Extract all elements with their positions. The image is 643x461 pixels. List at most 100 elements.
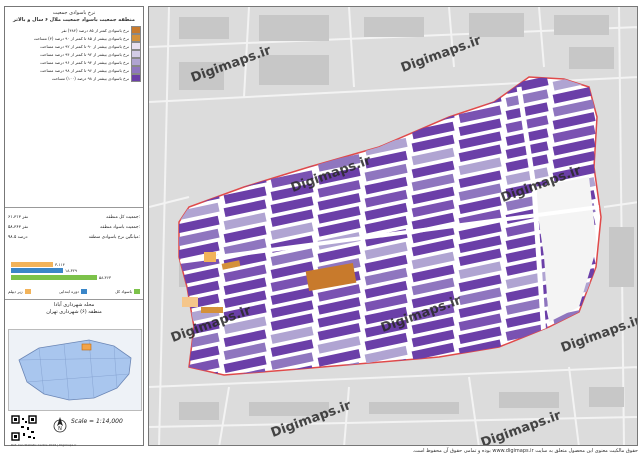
bar-legend-label: باسواد کل [115, 289, 132, 294]
bar-legend-swatch [134, 289, 140, 294]
census-block [223, 108, 267, 127]
bar-legend-swatch [80, 289, 87, 294]
scale-text: Scale = 1:14,000 [71, 418, 123, 425]
census-block [505, 349, 549, 367]
population-bar-chart: ۳،۱۱۴ ۱۸،۳۲۹ ۵۸،۳۶۳ [11, 261, 111, 281]
census-block [364, 77, 408, 91]
legend-swatch [131, 26, 141, 34]
bar-value: ۳،۱۱۴ [55, 261, 65, 267]
bar-legend-item: دوره ابتدایی [59, 289, 87, 294]
population-stats: ۶۱،۳۱۳ نفر جمعیت کل منطقه: ۵۸،۳۶۳ نفر جمعیت… [8, 215, 140, 245]
block-class-2d [204, 252, 216, 262]
class-list: نرخ باسوادی کمتر از ۸۵ درصد (۴۸۴) نفر نرخ… [7, 26, 141, 82]
legend-class-label: نرخ باسوادی بیشتر از ۹۰ تا کمتر از ۹۲ در… [40, 43, 129, 49]
census-block [411, 95, 455, 114]
legend-swatch [131, 50, 141, 58]
stat-value: ۹۸.۵ درصد [8, 235, 28, 240]
locator-inset-map [8, 329, 142, 411]
census-block [364, 98, 408, 117]
legend-class-row: نرخ باسوادی بیشتر از ۹۰ تا کمتر از ۹۲ در… [7, 42, 141, 50]
stat-label: جمعیت باسواد منطقه: [100, 225, 140, 230]
map-sheet: نرخ باسوادی جمعیت منطقه جمعیت باسواد جمع… [0, 0, 643, 461]
legend-class-label: نرخ باسوادی بیشتر از ۹۶ تا کمتر از ۹۸ در… [40, 67, 129, 73]
main-map[interactable]: Digimaps.ir Digimaps.ir Digimaps.ir Digimap… [148, 6, 638, 446]
census-block [223, 160, 267, 179]
legend-swatch [131, 42, 141, 50]
bar-legend-label: زیر دیپلم [8, 289, 23, 294]
stat-row: ۹۸.۵ درصد میانگین نرخ باسوادی منطقه: [8, 235, 140, 245]
bar-row: ۵۸،۳۶۳ [11, 274, 111, 280]
stat-label: جمعیت کل منطقه: [106, 215, 140, 220]
census-block [270, 144, 314, 162]
census-block [179, 111, 220, 130]
bar-fill [11, 274, 97, 280]
legend-class-label: نرخ باسوادی بیشتر از ۸۵ تا کمتر از ۹۰ در… [33, 35, 129, 41]
census-block [270, 105, 314, 123]
legend-divider [5, 299, 143, 300]
census-block [179, 124, 220, 143]
census-block [458, 352, 502, 371]
bar-row: ۳،۱۱۴ [11, 261, 111, 267]
legend-class-row: نرخ باسوادی بیشتر از ۹۲ تا کمتر از ۹۴ در… [7, 50, 141, 58]
census-block [270, 131, 314, 149]
bar-row: ۱۸،۳۲۹ [11, 268, 111, 274]
census-block [270, 118, 314, 136]
legend-class-label: نرخ باسوادی کمتر از ۸۵ درصد (۴۸۴) نفر [61, 27, 129, 33]
census-block [317, 102, 361, 120]
legend-class-label: نرخ باسوادی بیشتر از ۹۴ تا کمتر از ۹۶ در… [40, 59, 129, 65]
copyright-footer: حقوق مالکیت معنوی این محصول متعلق به سای… [412, 448, 638, 454]
legend-panel: نرخ باسوادی جمعیت منطقه جمعیت باسواد جمع… [4, 6, 144, 447]
legend-class-row: نرخ باسوادی بیشتر از ۹۶ تا کمتر از ۹۸ در… [7, 66, 141, 74]
bar-legend: باسواد کل دوره ابتدایی زیر دیپلم [8, 289, 140, 294]
legend-title: نرخ باسوادی جمعیت [52, 10, 96, 16]
bar-value: ۱۸،۳۲۹ [65, 268, 78, 273]
census-block [364, 111, 408, 130]
credits-text: Ref: Iran Statistic Centre 2016 | Digima… [11, 443, 77, 447]
census-block [179, 371, 220, 375]
legend-subtitle: منطقه جمعیت باسواد جمعیت ملال ۶ سال و با… [13, 17, 135, 23]
stat-label: میانگین نرخ باسوادی منطقه: [88, 235, 140, 240]
legend-class-row: نرخ باسوادی کمتر از ۸۵ درصد (۴۸۴) نفر [7, 26, 141, 34]
svg-text:N: N [58, 426, 62, 432]
area-title: محله شهرداری آبادا منطقه (۶) شهرداری تهر… [7, 302, 141, 316]
block-class-2b [182, 297, 198, 307]
bar-value: ۵۸،۳۶۳ [98, 274, 111, 280]
census-block [223, 134, 267, 153]
legend-swatch [131, 34, 141, 42]
bar-legend-item: باسواد کل [115, 289, 140, 294]
legend-class-row: نرخ باسوادی بیشتر از ۹۸ درصد (۱۰۰) مساحت [7, 74, 141, 82]
census-block [411, 82, 455, 101]
legend-swatch [131, 58, 141, 66]
bar-legend-swatch [24, 289, 31, 294]
qr-code-icon [11, 415, 37, 441]
stat-value: ۵۸،۳۶۳ نفر [8, 225, 29, 230]
bar-fill [11, 261, 53, 267]
census-block [179, 163, 220, 182]
stat-value: ۶۱،۳۱۳ نفر [8, 215, 29, 220]
district-highlight [81, 343, 92, 351]
census-block [179, 98, 220, 117]
census-block [223, 147, 267, 166]
census-block [317, 115, 361, 133]
census-block [458, 79, 502, 98]
bar-legend-item: زیر دیپلم [8, 289, 31, 294]
bar-fill [11, 268, 63, 273]
census-block [458, 77, 502, 85]
census-block [179, 176, 220, 195]
stat-row: ۵۸،۳۶۳ نفر جمعیت باسواد منطقه: [8, 225, 140, 235]
census-block [411, 77, 455, 88]
stat-row: ۶۱،۳۱۳ نفر جمعیت کل منطقه: [8, 215, 140, 225]
legend-divider [5, 207, 143, 208]
census-block [317, 128, 361, 146]
legend-class-row: نرخ باسوادی بیشتر از ۹۴ تا کمتر از ۹۶ در… [7, 58, 141, 66]
census-block [179, 137, 220, 156]
legend-class-label: نرخ باسوادی بیشتر از ۹۸ درصد (۱۰۰) مساحت [51, 75, 129, 81]
tehran-locator-svg [18, 339, 132, 401]
legend-swatch [131, 74, 141, 82]
legend-swatch [131, 66, 141, 74]
legend-class-row: نرخ باسوادی بیشتر از ۸۵ تا کمتر از ۹۰ در… [7, 34, 141, 42]
legend-class-label: نرخ باسوادی بیشتر از ۹۲ تا کمتر از ۹۴ در… [40, 51, 129, 57]
north-arrow-icon: N [53, 417, 67, 433]
bar-legend-label: دوره ابتدایی [58, 289, 79, 294]
census-block [179, 150, 220, 169]
